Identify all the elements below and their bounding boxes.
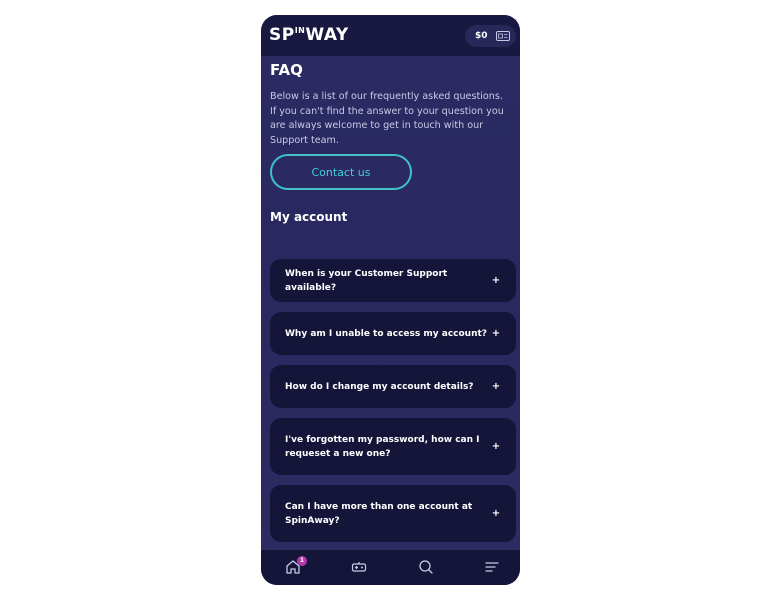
plus-icon[interactable]: + [490,328,502,339]
faq-question: Can I have more than one account at Spin… [285,501,473,526]
faq-question: Why am I unable to access my account? [285,328,488,339]
balance-amount: $0 [475,31,488,41]
faq-item[interactable]: Can I have more than one account at Spin… [270,485,516,542]
top-bar: SPINWAY $0 [261,15,520,56]
gamepad-icon [351,559,371,575]
plus-icon[interactable]: + [490,381,502,392]
bottom-nav: 1 [261,550,520,585]
menu-icon [484,559,504,575]
mobile-frame: SPINWAY $0 FAQ Below is a list of our fr… [261,15,520,585]
faq-item[interactable]: How do I change my account details? + [270,365,516,408]
spinaway-logo[interactable]: SPINWAY [269,25,349,45]
nav-search[interactable] [418,559,438,577]
faq-item[interactable]: I've forgotten my password, how can I re… [270,418,516,475]
contact-us-button[interactable]: Contact us [270,154,412,190]
faq-question: How do I change my account details? [285,381,474,392]
notification-badge: 1 [297,556,307,566]
nav-games[interactable] [351,559,371,577]
balance-button[interactable]: $0 [465,25,516,47]
faq-item[interactable]: Why am I unable to access my account? + [270,312,516,355]
faq-question: I've forgotten my password, how can I re… [285,434,480,459]
plus-icon[interactable]: + [490,275,502,286]
plus-icon[interactable]: + [490,441,502,452]
nav-home[interactable]: 1 [285,556,307,577]
faq-item[interactable]: When is your Customer Support available?… [270,259,516,302]
section-title: My account [270,210,348,224]
intro-text: Below is a list of our frequently asked … [270,91,504,146]
faq-question: When is your Customer Support available? [285,268,448,293]
plus-icon[interactable]: + [490,508,502,519]
search-icon [418,559,438,575]
page-title: FAQ [270,61,303,79]
wallet-icon [496,31,510,41]
nav-menu[interactable] [484,559,504,577]
